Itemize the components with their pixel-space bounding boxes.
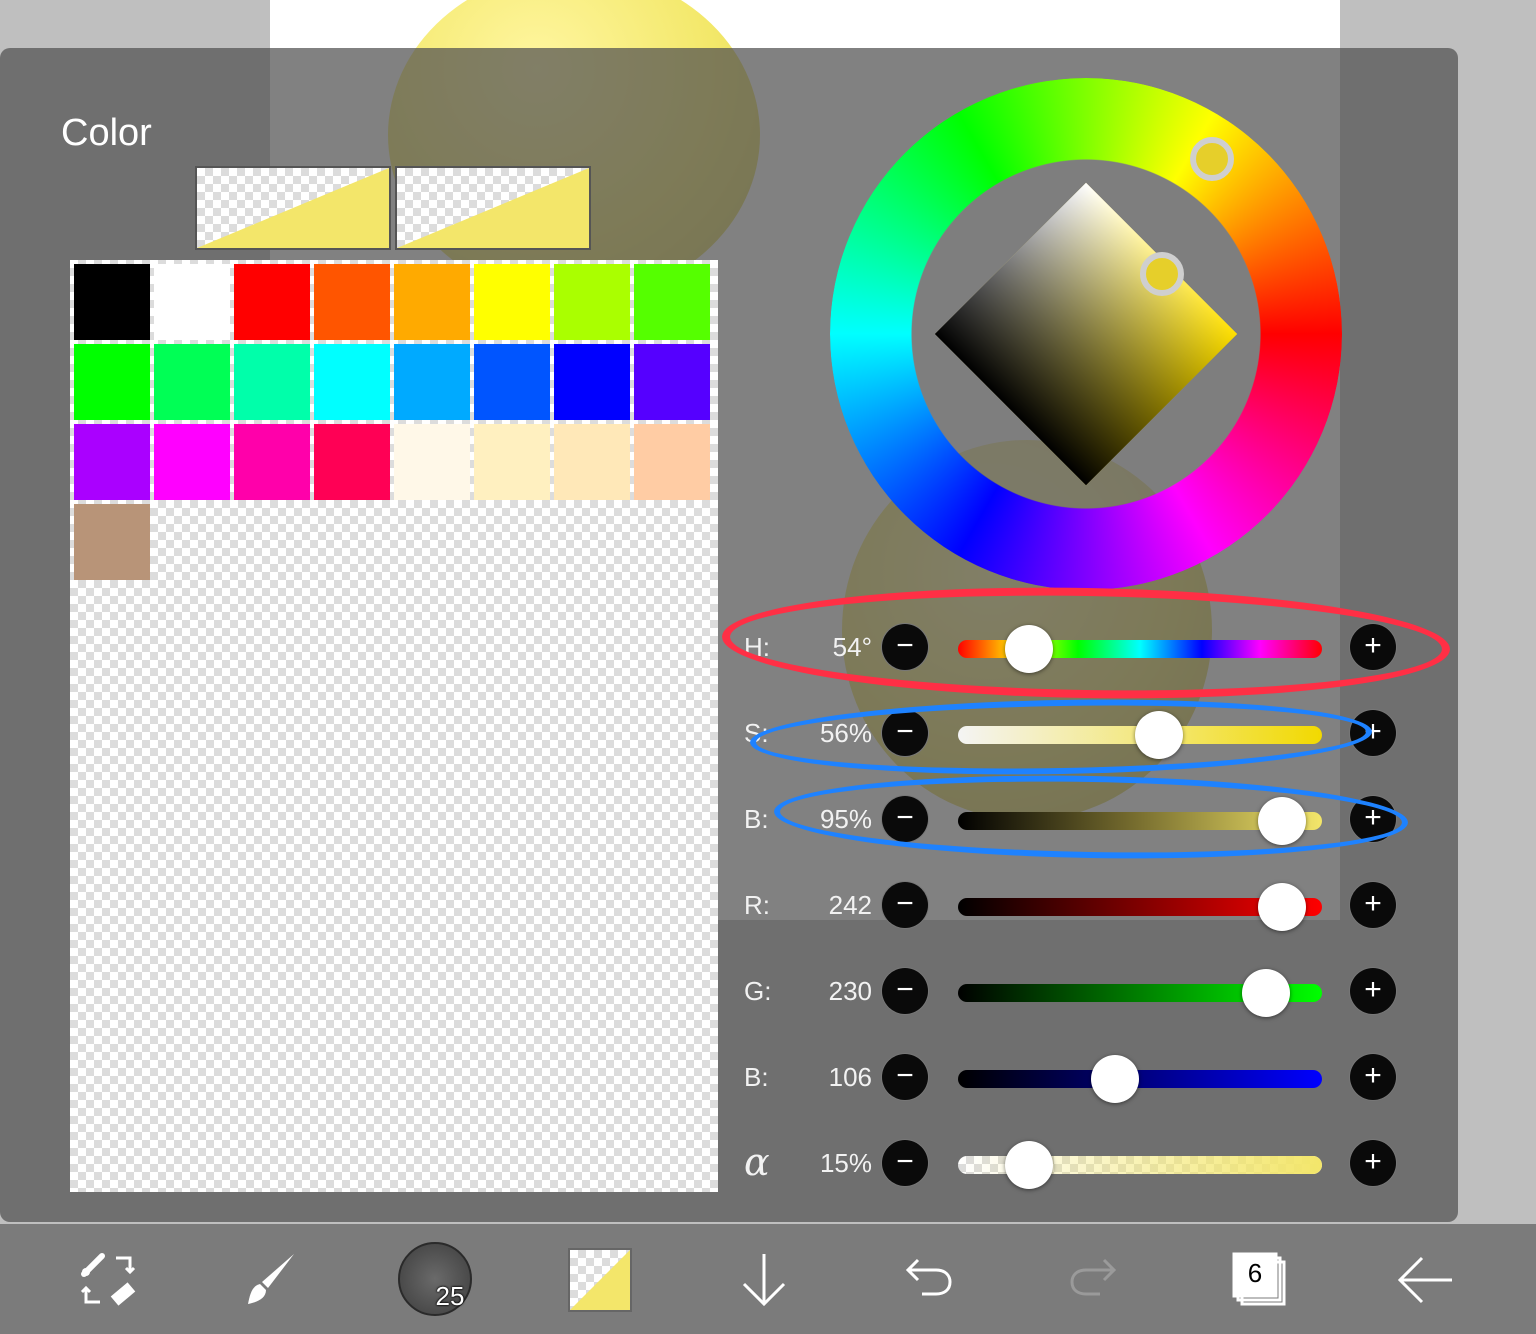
blue-value: 106 <box>828 1062 872 1092</box>
sb-knob[interactable] <box>1140 252 1184 296</box>
red-label: R: <box>744 890 770 920</box>
red-slider-thumb[interactable] <box>1258 883 1307 931</box>
red-plus-button[interactable]: + <box>1350 882 1396 928</box>
color-button[interactable] <box>568 1248 632 1312</box>
redo-icon <box>1070 1258 1117 1296</box>
alpha-minus-button[interactable]: − <box>882 1140 928 1186</box>
previous-color-fill <box>397 168 589 248</box>
arrow-down-icon <box>742 1254 786 1307</box>
palette-swatch[interactable] <box>394 344 470 420</box>
palette-swatch[interactable] <box>394 424 470 500</box>
palette-swatch[interactable] <box>154 264 230 340</box>
alpha-plus-button[interactable]: + <box>1350 1140 1396 1186</box>
alpha-value: 15% <box>819 1148 872 1178</box>
green-plus-button[interactable]: + <box>1350 968 1396 1014</box>
current-color-fill <box>570 1250 630 1310</box>
brush-eraser-swap-icon <box>80 1253 136 1306</box>
current-color-swatch[interactable] <box>195 166 391 250</box>
palette-swatch[interactable] <box>314 424 390 500</box>
hue-wheel-knob[interactable] <box>1190 137 1234 181</box>
palette-swatch[interactable] <box>634 264 710 340</box>
current-color-fill <box>197 168 389 248</box>
palette-swatch[interactable] <box>474 344 550 420</box>
back-button[interactable] <box>1390 1244 1462 1316</box>
brush-size-value: 25 <box>435 1281 465 1311</box>
blue-slider-thumb[interactable] <box>1090 1055 1139 1103</box>
palette-swatch[interactable] <box>74 424 150 500</box>
blue-label: B: <box>744 1062 769 1092</box>
layers-button[interactable]: 6 <box>1220 1244 1292 1316</box>
palette-swatch[interactable] <box>234 424 310 500</box>
bottom-toolbar: 25 6 <box>0 1224 1536 1334</box>
palette-swatch[interactable] <box>154 424 230 500</box>
previous-color-swatch[interactable] <box>395 166 591 250</box>
alpha-label: α <box>744 1140 770 1184</box>
brush-size-button[interactable]: 25 <box>398 1242 472 1316</box>
palette-swatch[interactable] <box>634 344 710 420</box>
green-label: G: <box>744 976 772 1006</box>
blue-minus-button[interactable]: − <box>882 1054 928 1100</box>
blue-slider-track[interactable] <box>958 1070 1322 1088</box>
red-value: 242 <box>828 890 872 920</box>
palette-swatch[interactable] <box>314 264 390 340</box>
arrow-left-icon <box>1397 1256 1452 1304</box>
blue-plus-button[interactable]: + <box>1350 1054 1396 1100</box>
green-value: 230 <box>828 976 872 1006</box>
palette-swatch[interactable] <box>474 424 550 500</box>
palette-swatch[interactable] <box>474 264 550 340</box>
layer-count: 6 <box>1247 1258 1263 1288</box>
palette-swatch[interactable] <box>154 344 230 420</box>
panel-title: Color <box>61 112 152 154</box>
green-minus-button[interactable]: − <box>882 968 928 1014</box>
palette-swatch[interactable] <box>394 264 470 340</box>
palette-swatch[interactable] <box>234 264 310 340</box>
undo-icon <box>905 1258 952 1296</box>
palette-swatch[interactable] <box>74 264 150 340</box>
brightness-label: B: <box>744 804 769 834</box>
palette-swatch[interactable] <box>554 264 630 340</box>
palette-swatch[interactable] <box>74 344 150 420</box>
red-minus-button[interactable]: − <box>882 882 928 928</box>
palette-swatch[interactable] <box>314 344 390 420</box>
color-palette[interactable] <box>70 260 718 1192</box>
palette-swatch[interactable] <box>634 424 710 500</box>
redo-button[interactable] <box>1058 1244 1130 1316</box>
brush-icon <box>248 1254 294 1304</box>
palette-swatch[interactable] <box>234 344 310 420</box>
palette-swatch[interactable] <box>554 424 630 500</box>
layer-down-button[interactable] <box>728 1244 800 1316</box>
undo-button[interactable] <box>892 1244 964 1316</box>
quick-switch-tool-button[interactable] <box>72 1244 144 1316</box>
palette-swatch[interactable] <box>554 344 630 420</box>
palette-swatch[interactable] <box>74 504 150 580</box>
brush-tool-button[interactable] <box>236 1244 308 1316</box>
